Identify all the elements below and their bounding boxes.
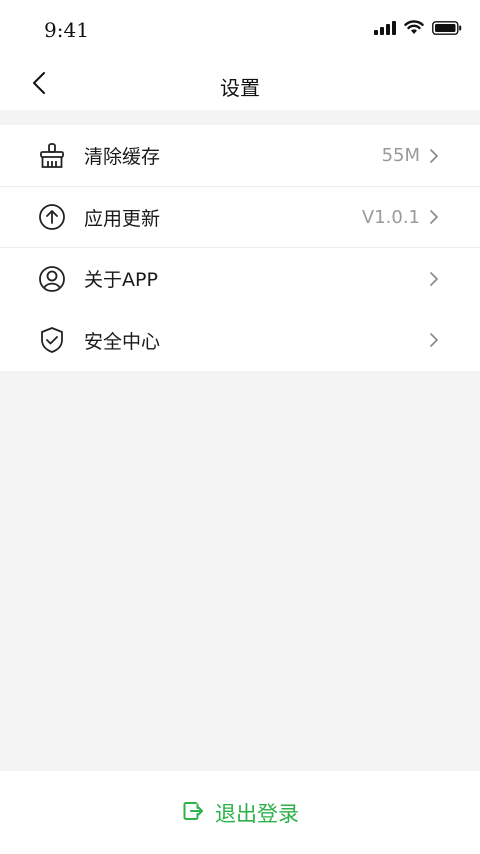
broom-icon: [38, 142, 66, 170]
wifi-icon: [404, 20, 424, 39]
nav-bar: 设置: [0, 60, 480, 110]
user-circle-icon: [38, 265, 66, 293]
logout-label: 退出登录: [215, 801, 299, 826]
settings-item-label: 应用更新: [84, 207, 161, 230]
chevron-right-icon: [428, 210, 440, 225]
logout-button[interactable]: 退出登录: [0, 771, 480, 854]
logout-icon: [181, 799, 205, 827]
cache-size-value: 55M: [381, 145, 420, 167]
status-time: 9:41: [44, 18, 89, 42]
chevron-right-icon: [428, 148, 440, 163]
settings-item-label: 安全中心: [84, 330, 161, 353]
version-value: V1.0.1: [361, 206, 420, 228]
chevron-right-icon: [428, 333, 440, 348]
page-title: 设置: [220, 76, 260, 100]
settings-item-security-center[interactable]: 安全中心: [0, 310, 480, 372]
settings-list: 清除缓存 55M 应用更新 V1.0.1 关于APP 安全中心: [0, 125, 480, 371]
chevron-right-icon: [428, 271, 440, 286]
settings-item-clear-cache[interactable]: 清除缓存 55M: [0, 125, 480, 187]
settings-item-about-app[interactable]: 关于APP: [0, 248, 480, 310]
settings-item-label: 关于APP: [84, 269, 158, 292]
status-icons: [374, 20, 462, 39]
signal-icon: [374, 20, 396, 39]
settings-item-label: 清除缓存: [84, 146, 161, 169]
settings-item-app-update[interactable]: 应用更新 V1.0.1: [0, 187, 480, 249]
arrow-up-circle-icon: [38, 203, 66, 231]
shield-check-icon: [38, 326, 66, 354]
battery-icon: [432, 20, 462, 39]
status-bar: 9:41: [0, 0, 480, 60]
